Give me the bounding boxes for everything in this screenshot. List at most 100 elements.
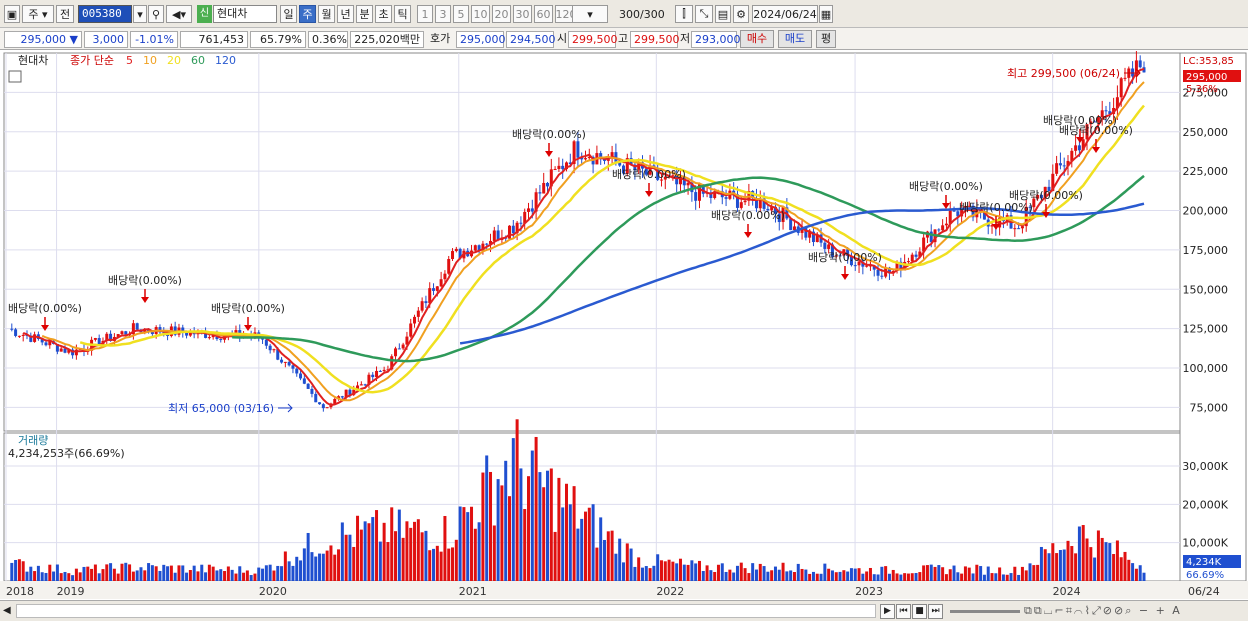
scroll-bar[interactable]: ◀ ▶ ⏮ ■ ⏭ ⧉⧉⌴⌐⌗⌒⌇⤢⊘⊘⌕ − + A: [0, 600, 1248, 621]
candle-body: [694, 192, 698, 201]
dividend-label: 배당락(0.00%): [1059, 124, 1133, 137]
fast-forward-icon[interactable]: ⏭: [928, 604, 943, 619]
x-axis-label: 2024: [1053, 585, 1081, 598]
interval-button[interactable]: 3: [435, 5, 451, 23]
price-volume-chart[interactable]: 275,000250,000225,000200,000175,000150,0…: [0, 48, 1248, 601]
count-field[interactable]: 300: [614, 5, 640, 23]
volume-bar: [527, 476, 531, 581]
volume-bar: [1058, 550, 1062, 581]
chart-area[interactable]: 275,000 250,000 225,000 200,000 175,000 150,0…: [0, 48, 1248, 621]
volume-bar: [903, 573, 907, 581]
interval-button[interactable]: 20: [492, 5, 511, 23]
period-select[interactable]: 주 ▾: [22, 5, 54, 23]
high-label: 고: [618, 32, 629, 45]
interval-button[interactable]: 60: [534, 5, 553, 23]
volume-bar: [359, 529, 363, 581]
code-dropdown-icon[interactable]: ▾: [133, 5, 147, 23]
chart-menu-icon[interactable]: ▣: [4, 5, 20, 23]
volume-bar: [652, 565, 656, 581]
scroll-right-icon[interactable]: ▶: [880, 604, 895, 619]
volume-bar: [188, 570, 192, 581]
legend-ma-label: 5: [126, 54, 133, 67]
scroll-left-icon[interactable]: ◀: [3, 605, 11, 616]
calendar-icon[interactable]: ▦: [819, 5, 833, 23]
volume-bar: [701, 571, 705, 581]
volume-bar: [815, 573, 819, 581]
volume-bar: [481, 472, 485, 581]
draw-tool-icon[interactable]: ⤡: [695, 5, 713, 23]
tab-period[interactable]: 일: [280, 5, 297, 23]
candle-body: [561, 165, 565, 170]
speaker-icon[interactable]: ◀▾: [166, 5, 192, 23]
volume-bar: [93, 564, 97, 581]
volume-bar: [956, 572, 960, 581]
candle-body: [530, 208, 534, 212]
volume-bar: [1112, 554, 1116, 581]
interval-button[interactable]: 10: [471, 5, 490, 23]
candle-body: [906, 261, 910, 263]
volume-bar: [82, 566, 86, 581]
chart-tools-icons[interactable]: ⧉⧉⌴⌐⌗⌒⌇⤢⊘⊘⌕ − + A: [1024, 604, 1182, 618]
prev-button[interactable]: 전: [56, 5, 74, 23]
volume-bar: [36, 565, 40, 581]
average-button[interactable]: 평: [816, 30, 836, 48]
volume-bar: [849, 568, 853, 581]
candle-body: [291, 365, 295, 369]
search-icon[interactable]: ⚲: [148, 5, 164, 23]
stock-code-input[interactable]: 005380: [78, 5, 132, 23]
candle-body: [363, 384, 367, 386]
gear-icon[interactable]: ⚙: [733, 5, 749, 23]
tab-period[interactable]: 분: [356, 5, 373, 23]
volume-bar: [944, 574, 948, 581]
buy-button[interactable]: 매수: [740, 30, 774, 48]
interval-button[interactable]: 1: [417, 5, 433, 23]
volume-bar: [504, 460, 508, 581]
volume-bar: [724, 571, 728, 581]
tab-period[interactable]: 년: [337, 5, 354, 23]
volume-bar: [158, 570, 162, 581]
volume-bar: [33, 571, 37, 581]
volume-bar: [979, 566, 983, 581]
scroll-track[interactable]: [16, 604, 876, 618]
tab-period[interactable]: 주: [299, 5, 316, 23]
volume-bar: [534, 436, 538, 581]
volume-bar: [876, 574, 880, 581]
low-price: 293,000: [691, 31, 741, 48]
candle-body: [853, 265, 857, 267]
tab-period[interactable]: 틱: [394, 5, 411, 23]
volume-bar: [720, 563, 724, 581]
volume-bar: [59, 573, 63, 581]
interval-button[interactable]: 30: [513, 5, 532, 23]
volume-bar: [420, 532, 424, 581]
trade-amount: 225,020백만: [350, 31, 424, 48]
tab-period[interactable]: 초: [375, 5, 392, 23]
volume-bar: [310, 552, 314, 581]
stop-icon[interactable]: ■: [912, 604, 927, 619]
candle-body: [435, 286, 439, 291]
volume-bar: [321, 553, 325, 581]
tab-period[interactable]: 월: [318, 5, 335, 23]
rewind-icon[interactable]: ⏮: [896, 604, 911, 619]
volume-bar: [1005, 574, 1009, 581]
candle-body: [724, 197, 728, 199]
volume-bar: [800, 568, 804, 581]
volume-bar: [591, 504, 595, 581]
interval-button[interactable]: 5: [453, 5, 469, 23]
interval-dropdown[interactable]: ▾: [572, 5, 608, 23]
date-field[interactable]: 2024/06/24: [752, 5, 818, 23]
stock-name-field[interactable]: 현대차: [213, 5, 277, 23]
sell-button[interactable]: 매도: [778, 30, 812, 48]
volume-bar: [659, 560, 663, 581]
candle-body: [1119, 78, 1123, 98]
volume-bar: [253, 573, 257, 581]
candle-body: [268, 345, 272, 351]
volume-bar: [602, 539, 606, 581]
volume-bar: [1047, 553, 1051, 581]
candle-body: [952, 210, 956, 212]
save-icon[interactable]: ▤: [715, 5, 731, 23]
volume-bar: [131, 571, 135, 581]
volume-bar: [71, 575, 75, 581]
candle-body: [583, 158, 587, 160]
zoom-slider[interactable]: [950, 610, 1020, 613]
candle-type-icon[interactable]: ⫿: [675, 5, 693, 23]
